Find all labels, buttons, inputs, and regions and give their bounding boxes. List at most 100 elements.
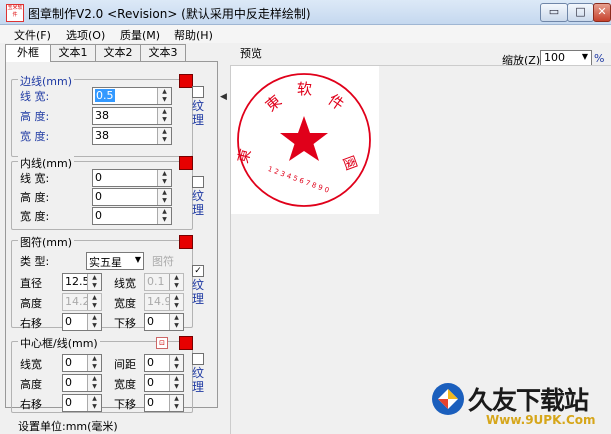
spin-arrows-icon[interactable]: ▲ ▼	[157, 128, 171, 144]
menu-help[interactable]: 帮助(H)	[174, 27, 213, 43]
symbol-height-input[interactable]: 14.2 ▲ ▼	[62, 293, 102, 311]
spin-arrows-icon[interactable]: ▲ ▼	[169, 314, 183, 330]
stamp-serial: 1 2 3 4 5 6 7 8 9 0	[267, 165, 330, 195]
app-window: 玉米软件 图章制作V2.0 <Revision> (默认采用中反走样绘制) ▭ …	[0, 0, 611, 434]
border-linewidth-label: 线 宽:	[20, 90, 50, 103]
title-bar: 玉米软件 图章制作V2.0 <Revision> (默认采用中反走样绘制) ▭ …	[0, 0, 611, 25]
tab-text2[interactable]: 文本2	[95, 44, 141, 61]
menu-file[interactable]: 文件(F)	[14, 27, 51, 43]
window-title: 图章制作V2.0 <Revision> (默认采用中反走样绘制)	[28, 7, 311, 21]
spin-arrows-icon[interactable]: ▲ ▼	[169, 294, 183, 310]
symbol-linewidth-input[interactable]: 0.1 ▲ ▼	[144, 273, 184, 291]
dropdown-arrow-icon: ▼	[581, 52, 588, 61]
symbol-type-select[interactable]: 实五星 ▼	[86, 252, 144, 270]
border-width-input[interactable]: 38 ▲ ▼	[92, 127, 172, 145]
spin-arrows-icon[interactable]: ▲ ▼	[87, 294, 101, 310]
settings-panel: 边线(mm) 线 宽: 0.5 ▲ ▼ 高 度: 38 ▲ ▼ 宽 度: 38 ▲ ▼…	[5, 61, 218, 413]
border-texture-label: 纹理	[192, 99, 205, 127]
symbol-right-input[interactable]: 0 ▲ ▼	[62, 313, 102, 331]
menu-quality[interactable]: 质量(M)	[120, 27, 160, 43]
maximize-button[interactable]: □	[567, 3, 594, 22]
center-texture-checkbox[interactable]	[192, 353, 204, 365]
collapse-left-icon[interactable]: ◀	[220, 92, 227, 102]
spin-arrows-icon[interactable]: ▲ ▼	[169, 375, 183, 391]
dropdown-arrow-icon: ▼	[134, 255, 141, 264]
border-height-label: 高 度:	[20, 110, 50, 123]
center-frame-title: 中心框/线(mm)	[18, 335, 100, 351]
center-width-input[interactable]: 0 ▲ ▼	[144, 374, 184, 392]
inner-linewidth-input[interactable]: 0 ▲ ▼	[92, 169, 172, 187]
center-frame-style-icon[interactable]: ⊡	[156, 337, 168, 349]
inner-width-input[interactable]: 0 ▲ ▼	[92, 207, 172, 225]
border-width-label: 宽 度:	[20, 130, 50, 143]
preview-title: 预览	[240, 47, 262, 60]
center-width-label: 宽度	[114, 378, 136, 391]
close-button[interactable]: ✕	[593, 3, 611, 22]
watermark-url: Www.9UPK.Com	[486, 413, 596, 427]
tab-outer-frame[interactable]: 外框	[5, 44, 51, 62]
center-linewidth-label: 线宽	[20, 358, 42, 371]
menu-bar: 文件(F) 选项(O) 质量(M) 帮助(H)	[0, 25, 611, 43]
center-spacing-label: 间距	[114, 358, 136, 371]
center-linewidth-input[interactable]: 0 ▲ ▼	[62, 354, 102, 372]
units-label: 设置单位:mm(毫米)	[18, 420, 118, 433]
center-down-input[interactable]: 0 ▲ ▼	[144, 394, 184, 412]
border-height-input[interactable]: 38 ▲ ▼	[92, 107, 172, 125]
center-height-input[interactable]: 0 ▲ ▼	[62, 374, 102, 392]
border-line-group: 边线(mm) 线 宽: 0.5 ▲ ▼ 高 度: 38 ▲ ▼ 宽 度: 38 ▲ ▼	[11, 73, 193, 157]
symbol-down-input[interactable]: 0 ▲ ▼	[144, 313, 184, 331]
inner-color-swatch[interactable]	[179, 156, 193, 170]
symbol-texture-checkbox[interactable]: ✓	[192, 265, 204, 277]
inner-height-input[interactable]: 0 ▲ ▼	[92, 188, 172, 206]
spin-arrows-icon[interactable]: ▲ ▼	[87, 314, 101, 330]
spin-arrows-icon[interactable]: ▲ ▼	[157, 108, 171, 124]
inner-texture-checkbox[interactable]	[192, 176, 204, 188]
spin-arrows-icon[interactable]: ▲ ▼	[169, 274, 183, 290]
symbol-width-label: 宽度	[114, 297, 136, 310]
stamp-char-5: 園	[339, 154, 359, 173]
border-texture-checkbox[interactable]	[192, 86, 204, 98]
center-color-swatch[interactable]	[179, 336, 193, 350]
symbol-down-label: 下移	[114, 317, 136, 330]
inner-line-title: 内线(mm)	[18, 155, 75, 171]
spin-arrows-icon[interactable]: ▲ ▼	[169, 395, 183, 411]
symbol-color-swatch[interactable]	[179, 235, 193, 249]
symbol-diameter-input[interactable]: 12.5 ▲ ▼	[62, 273, 102, 291]
spin-arrows-icon[interactable]: ▲ ▼	[87, 355, 101, 371]
symbol-width-input[interactable]: 14.9 ▲ ▼	[144, 293, 184, 311]
border-color-swatch[interactable]	[179, 74, 193, 88]
spin-arrows-icon[interactable]: ▲ ▼	[157, 208, 171, 224]
symbol-linewidth-label: 线宽	[114, 277, 136, 290]
minimize-button[interactable]: ▭	[540, 3, 568, 22]
center-spacing-input[interactable]: 0 ▲ ▼	[144, 354, 184, 372]
stamp-canvas: 東 软 件 東 園 1 2 3 4 5 6 7 8 9 0	[231, 66, 379, 214]
center-right-input[interactable]: 0 ▲ ▼	[62, 394, 102, 412]
tab-text3[interactable]: 文本3	[140, 44, 186, 61]
center-right-label: 右移	[20, 398, 42, 411]
spin-arrows-icon[interactable]: ▲ ▼	[157, 88, 171, 104]
tab-text1[interactable]: 文本1	[50, 44, 96, 61]
inner-line-group: 内线(mm) 线 宽: 0 ▲ ▼ 高 度: 0 ▲ ▼ 宽 度: 0 ▲ ▼	[11, 155, 193, 230]
menu-options[interactable]: 选项(O)	[66, 27, 105, 43]
center-texture-label: 纹理	[192, 366, 205, 394]
center-frame-group: 中心框/线(mm) ⊡ 线宽 0 ▲ ▼ 间距 0 ▲ ▼ 高度 0 ▲ ▼ 宽度 0…	[11, 335, 193, 413]
inner-width-label: 宽 度:	[20, 210, 50, 223]
symbol-right-label: 右移	[20, 317, 42, 330]
center-height-label: 高度	[20, 378, 42, 391]
symbol-picker-button[interactable]: 图符	[152, 253, 174, 269]
spin-arrows-icon[interactable]: ▲ ▼	[87, 375, 101, 391]
spin-arrows-icon[interactable]: ▲ ▼	[169, 355, 183, 371]
spin-arrows-icon[interactable]: ▲ ▼	[87, 274, 101, 290]
stamp-svg: 東 软 件 東 園 1 2 3 4 5 6 7 8 9 0	[235, 73, 371, 207]
border-linewidth-input[interactable]: 0.5 ▲ ▼	[92, 87, 172, 105]
spin-arrows-icon[interactable]: ▲ ▼	[157, 189, 171, 205]
watermark-logo-icon	[432, 383, 464, 415]
inner-height-label: 高 度:	[20, 191, 50, 204]
symbol-texture-label: 纹理	[192, 278, 205, 306]
spin-arrows-icon[interactable]: ▲ ▼	[157, 170, 171, 186]
spin-arrows-icon[interactable]: ▲ ▼	[87, 395, 101, 411]
watermark-title: 久友下载站	[468, 386, 589, 415]
panel-splitter[interactable]: ◀	[218, 44, 228, 434]
stamp-char-3: 件	[325, 91, 348, 114]
app-stamp-icon[interactable]: 玉米软件	[6, 4, 24, 22]
